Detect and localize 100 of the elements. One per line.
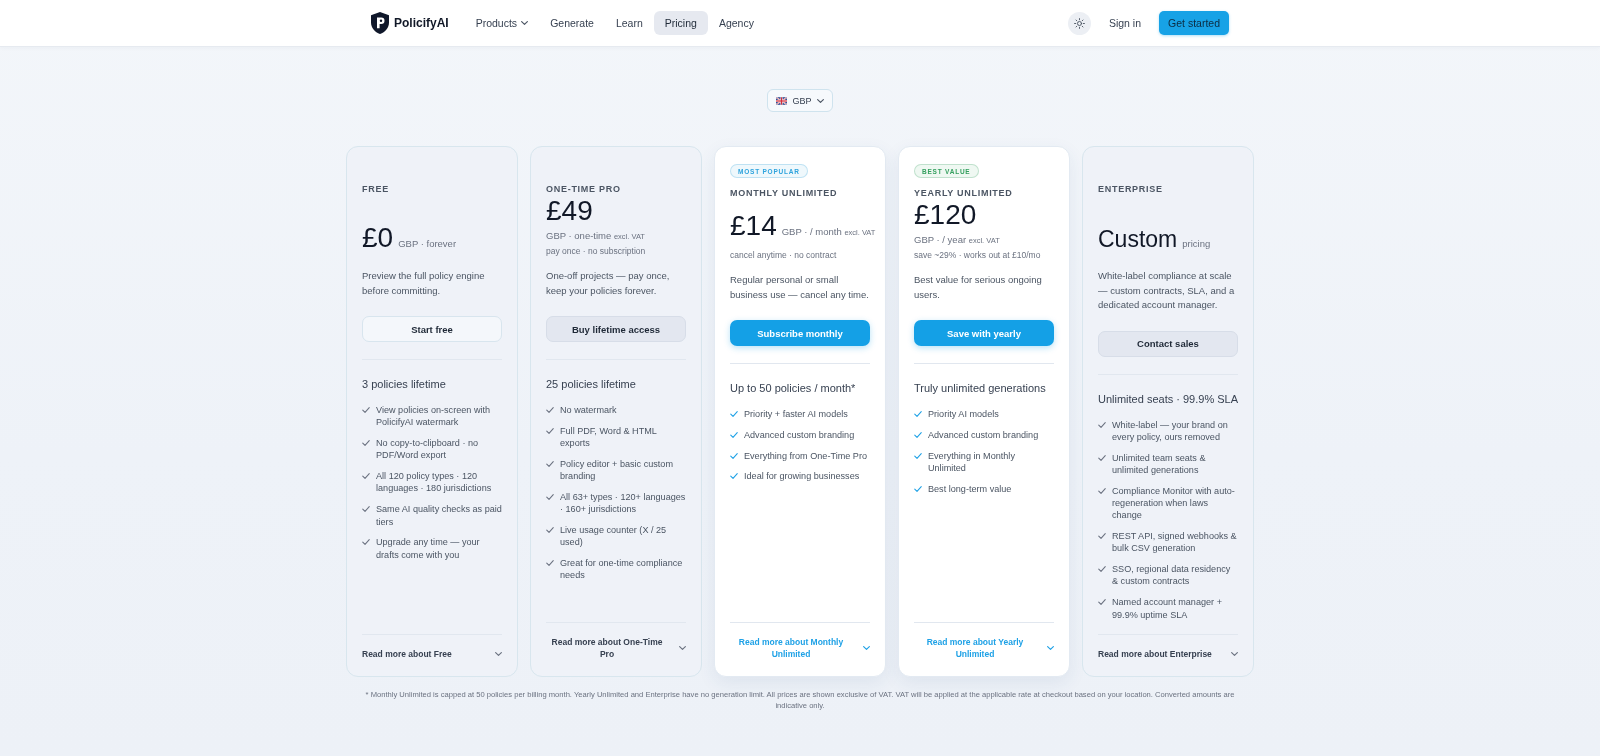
check-icon [1098,454,1106,461]
feature-text: Everything in Monthly Unlimited [928,449,1016,475]
read-more-button[interactable]: Read more about One-Time Pro [546,636,686,660]
plan-button[interactable]: Start free [362,316,502,342]
check-icon [914,485,922,492]
chevron-down-icon [863,646,870,650]
feature-text: REST API, signed webhooks & bulk CSV generation [1112,530,1238,555]
check-icon [362,539,370,546]
plan-limit: Truly unlimited generations [914,381,1047,396]
check-icon [730,431,738,438]
sign-in-link[interactable]: Sign in [1097,11,1153,35]
check-icon [546,494,554,500]
feature-text: SSO, regional data residency & custom contracts [1112,563,1232,588]
plan-description: Preview the full policy engine before committing. [362,269,486,298]
check-icon [730,452,738,459]
check-icon [1098,599,1106,606]
plan-name: MONTHLY UNLIMITED [730,187,839,199]
feature-text: Ideal for growing businesses [744,470,860,483]
price-amount: £0 [362,223,394,253]
feature-text: Advanced custom branding [928,428,1039,442]
plan-limit: Unlimited seats · 99.9% SLA [1098,391,1238,407]
theme-toggle-button[interactable] [1067,11,1091,35]
nav-link[interactable]: Agency [707,11,765,35]
check-icon [362,407,370,413]
check-icon [730,411,738,417]
feature-text: Compliance Monitor with auto-regeneration when laws change [1112,484,1236,522]
plan-description: White-label compliance at scale — custom contracts, SLA, and a dedicated account manager. [1098,269,1236,312]
check-icon [1098,533,1106,540]
check-icon [1098,421,1106,428]
feature-text: All 120 policy types · 120 languages · 180 jurisdictions [376,470,493,495]
plan-name: ENTERPRISE [1098,183,1164,195]
plan-button[interactable]: Contact sales [1098,330,1238,357]
nav-link[interactable]: Generate [539,11,605,35]
check-icon [546,407,554,413]
check-icon [546,427,554,434]
plan-button[interactable]: Buy lifetime access [546,316,686,342]
nav-link[interactable]: Learn [604,11,654,35]
price-note: cancel anytime · no contract [730,249,838,262]
price-amount: £49 [546,196,593,226]
brand-name[interactable]: PolicifyAI [394,16,449,30]
shield-logo-icon [371,12,389,34]
check-icon [1098,487,1106,494]
feature-text: Priority + faster AI models [744,408,848,421]
nav-link[interactable]: Products [464,11,540,35]
price-amount: £120 [914,200,977,230]
chevron-down-icon [816,98,824,103]
feature-text: Upgrade any time — your drafts come with you [376,536,481,561]
feature-text: Same AI quality checks as paid tiers [376,503,502,528]
plan-name: FREE [362,183,390,195]
check-icon [546,560,554,567]
feature-text: Live usage counter (X / 25 used) [560,524,668,549]
check-icon [1098,566,1106,573]
feature-text: Unlimited team seats & unlimited generations [1112,451,1207,477]
feature-text: Policy editor + basic custom branding [560,457,674,483]
chevron-down-icon [495,652,502,656]
plan-description: Best value for serious ongoing users. [914,273,1043,302]
price-unit: GBP · forever [398,237,457,251]
plan-description: One-off projects — pay once, keep your policies forever. [546,269,671,298]
feature-text: Everything from One-Time Pro [744,449,867,462]
price-unit: pricing [1182,237,1211,251]
get-started-button[interactable]: Get started [1159,11,1229,35]
plan-limit: 3 policies lifetime [362,377,447,392]
price-amount: £14 [730,211,777,241]
feature-text: All 63+ types · 120+ languages · 160+ jurisdictions [560,491,686,516]
check-icon [914,452,922,459]
read-more-button[interactable]: Read more about Free [362,648,502,660]
check-icon [362,473,370,480]
plan-description: Regular personal or small business use — cancel any time. [730,273,870,302]
check-icon [546,460,554,467]
feature-text: No watermark [560,404,617,417]
check-icon [362,440,370,447]
flag-icon [776,96,788,105]
check-icon [914,411,922,417]
check-icon [546,527,554,534]
check-icon [730,473,738,480]
feature-text: Great for one-time compliance needs [560,557,684,582]
feature-text: No copy-to-clipboard · no PDF/Word export [376,437,480,462]
chevron-down-icon [1231,652,1238,656]
read-more-button[interactable]: Read more about Enterprise [1098,648,1238,660]
check-icon [362,506,370,513]
chevron-down-icon [1047,646,1054,650]
plan-name: ONE-TIME PRO [546,183,622,195]
nav-link[interactable]: Pricing [653,11,708,35]
feature-text: White-label — your brand on every policy, ours removed [1112,418,1229,444]
price-note: save ~29% · works out at £10/mo [914,249,1042,262]
currency-dropdown[interactable]: GBP [767,89,833,112]
plan-limit: Up to 50 policies / month* [730,381,857,396]
price-note: pay once · no subscription [546,245,647,258]
chevron-down-icon [679,646,686,650]
check-icon [914,431,922,438]
feature-text: Best long-term value [928,482,1012,495]
feature-text: Advanced custom branding [744,428,855,442]
feature-text: Named account manager + 99.9% uptime SLA [1112,596,1223,621]
feature-text: Full PDF, Word & HTML exports [560,424,658,450]
plan-name: YEARLY UNLIMITED [914,187,1014,199]
price-amount: Custom [1098,225,1178,254]
plan-limit: 25 policies lifetime [546,377,637,392]
feature-text: Priority AI models [928,408,999,421]
sun-icon [1073,17,1085,29]
feature-text: View policies on-screen with PolicifyAI watermark [376,404,492,429]
